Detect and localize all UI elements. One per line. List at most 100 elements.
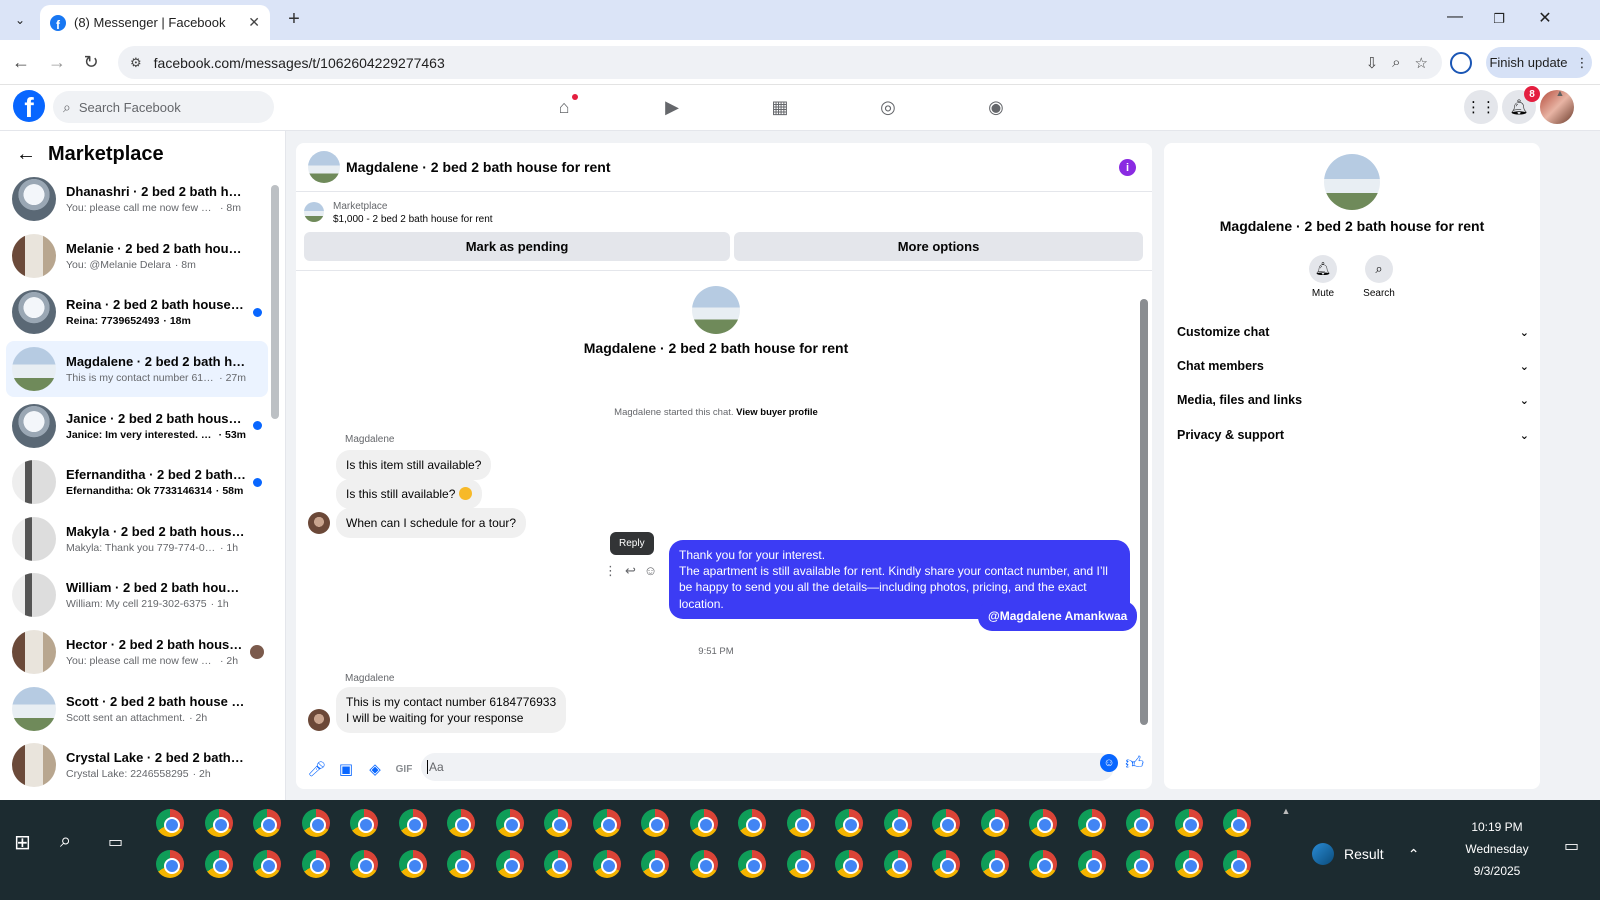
- chat-list-item[interactable]: Melanie · 2 bed 2 bath house for rent Yo…: [6, 228, 268, 285]
- notifications-bell-icon[interactable]: 🔔︎ 8: [1502, 86, 1540, 124]
- close-window-icon[interactable]: ✕: [1530, 8, 1560, 28]
- chrome-taskbar-icon[interactable]: [398, 809, 427, 837]
- chrome-taskbar-icon[interactable]: [592, 809, 621, 837]
- message-input[interactable]: Aa: [421, 753, 1114, 781]
- chrome-taskbar-icon[interactable]: [932, 809, 960, 837]
- chrome-taskbar-icon[interactable]: [495, 850, 524, 878]
- chrome-taskbar-icon[interactable]: [447, 809, 475, 837]
- browser-profile-icon[interactable]: [1450, 52, 1472, 74]
- chat-list-item[interactable]: Reina · 2 bed 2 bath house for rent Rein…: [6, 284, 268, 341]
- facebook-logo-icon[interactable]: f: [13, 90, 45, 122]
- chat-list-item-active[interactable]: Magdalene · 2 bed 2 bath house for rent …: [6, 340, 268, 398]
- sender-avatar[interactable]: [308, 709, 330, 731]
- windows-start-icon[interactable]: ⊞: [14, 830, 31, 855]
- zoom-icon[interactable]: ⌕: [1392, 54, 1400, 71]
- chat-list-item[interactable]: William · 2 bed 2 bath house for rent Wi…: [6, 567, 268, 624]
- listing-description[interactable]: $1,000 - 2 bed 2 bath house for rent: [333, 214, 493, 225]
- chrome-taskbar-icon[interactable]: [350, 850, 378, 878]
- site-info-icon[interactable]: ⚙: [130, 55, 142, 71]
- result-app-button[interactable]: Result ⌃: [1312, 843, 1419, 865]
- chrome-taskbar-icon[interactable]: [883, 850, 912, 878]
- chrome-taskbar-icon[interactable]: [1126, 809, 1154, 837]
- more-actions-icon[interactable]: ⋮: [604, 563, 617, 579]
- chrome-taskbar-icon[interactable]: [932, 850, 960, 878]
- url-omnibox[interactable]: ⚙ facebook.com/messages/t/10626042292774…: [118, 46, 1442, 79]
- taskbar-search-icon[interactable]: ⌕: [60, 830, 71, 853]
- scroll-up-arrow-icon[interactable]: ▲: [1280, 806, 1292, 816]
- microphone-icon[interactable]: 🎤︎: [306, 760, 328, 778]
- sticker-icon[interactable]: ◈: [364, 760, 386, 778]
- chat-list-item[interactable]: Dhanashri · 2 bed 2 bath house for rent …: [6, 171, 268, 228]
- chat-list-item[interactable]: Efernanditha · 2 bed 2 bath house for re…: [6, 454, 268, 511]
- chrome-taskbar-icon[interactable]: [641, 850, 669, 878]
- taskbar-scroll[interactable]: ▲: [1280, 806, 1292, 896]
- incoming-message[interactable]: Is this item still available?: [336, 450, 492, 481]
- marketplace-icon[interactable]: ▦: [768, 97, 792, 119]
- mute-button[interactable]: 🔔︎ Mute: [1293, 255, 1353, 299]
- chat-members-section[interactable]: Chat members ⌄: [1177, 349, 1529, 383]
- chrome-taskbar-icon[interactable]: [883, 809, 912, 837]
- chat-list-item[interactable]: Makyla · 2 bed 2 bath house for rent Mak…: [6, 511, 268, 568]
- chrome-taskbar-icon[interactable]: [544, 850, 572, 878]
- scroll-up-arrow-icon[interactable]: ▲: [1554, 88, 1566, 98]
- info-avatar[interactable]: [1324, 154, 1380, 210]
- finish-update-button[interactable]: Finish update ⋮: [1486, 47, 1592, 78]
- chrome-taskbar-icon[interactable]: [447, 850, 475, 878]
- chat-list-scrollbar[interactable]: [271, 185, 279, 419]
- restore-window-icon[interactable]: ❐: [1484, 11, 1514, 27]
- chrome-taskbar-icon[interactable]: [1077, 809, 1106, 837]
- chrome-taskbar-icon[interactable]: [1029, 850, 1057, 878]
- forward-arrow-icon[interactable]: →: [46, 51, 68, 73]
- tab-close-icon[interactable]: ✕: [248, 14, 260, 31]
- chrome-taskbar-icon[interactable]: [835, 850, 863, 878]
- show-hidden-icons-icon[interactable]: ⌃: [1408, 846, 1420, 863]
- view-buyer-profile-link[interactable]: View buyer profile: [736, 407, 818, 418]
- chrome-taskbar-icon[interactable]: [1174, 850, 1203, 878]
- taskbar-clock[interactable]: 10:19 PM Wednesday 9/3/2025: [1442, 816, 1552, 883]
- chrome-taskbar-icon[interactable]: [495, 809, 524, 837]
- photo-icon[interactable]: ▣: [335, 760, 357, 778]
- facebook-search-input[interactable]: ⌕ Search Facebook: [53, 91, 274, 123]
- url-text[interactable]: facebook.com/messages/t/1062604229277463: [154, 55, 445, 71]
- bookmark-star-icon[interactable]: ☆: [1415, 54, 1428, 72]
- chrome-taskbar-icon[interactable]: [689, 850, 718, 878]
- sender-avatar[interactable]: [308, 512, 330, 534]
- chrome-taskbar-icon[interactable]: [204, 809, 233, 837]
- customize-chat-section[interactable]: Customize chat ⌄: [1177, 315, 1529, 349]
- chat-list-item[interactable]: Hector · 2 bed 2 bath house for rent You…: [6, 624, 268, 681]
- tab-search-menu-icon[interactable]: ⌄: [8, 8, 32, 32]
- search-conversation-button[interactable]: ⌕ Search: [1349, 255, 1409, 299]
- chrome-taskbar-icon[interactable]: [156, 809, 184, 837]
- new-tab-button[interactable]: +: [282, 8, 306, 31]
- chrome-taskbar-icon[interactable]: [1223, 809, 1251, 837]
- chrome-taskbar-icon[interactable]: [544, 809, 572, 837]
- browser-tab-messenger[interactable]: f (8) Messenger | Facebook ✕: [40, 5, 270, 40]
- reload-icon[interactable]: ↻: [80, 51, 102, 73]
- chrome-taskbar-icon[interactable]: [1029, 809, 1057, 837]
- chrome-taskbar-icon[interactable]: [350, 809, 378, 837]
- groups-icon[interactable]: ◎: [876, 97, 900, 119]
- chrome-taskbar-icon[interactable]: [689, 809, 718, 837]
- chrome-taskbar-icon[interactable]: [786, 809, 815, 837]
- minimize-window-icon[interactable]: —: [1440, 8, 1470, 26]
- gaming-icon[interactable]: ◉: [984, 97, 1008, 119]
- chrome-taskbar-icon[interactable]: [301, 850, 330, 878]
- mark-as-pending-button[interactable]: Mark as pending: [304, 232, 730, 261]
- video-icon[interactable]: ▶: [660, 97, 684, 119]
- more-options-button[interactable]: More options: [734, 232, 1143, 261]
- chrome-taskbar-icon[interactable]: [1126, 850, 1154, 878]
- react-icon[interactable]: ☺: [644, 563, 657, 579]
- chrome-taskbar-icon[interactable]: [1077, 850, 1106, 878]
- chrome-taskbar-icon[interactable]: [592, 850, 621, 878]
- chrome-taskbar-icon[interactable]: [204, 850, 233, 878]
- chrome-taskbar-icon[interactable]: [156, 850, 184, 878]
- conversation-avatar[interactable]: [308, 151, 340, 183]
- incoming-message[interactable]: When can I schedule for a tour?: [336, 508, 527, 539]
- back-arrow-icon[interactable]: ←: [10, 51, 32, 73]
- chrome-taskbar-icon[interactable]: [738, 850, 766, 878]
- chrome-taskbar-icon[interactable]: [786, 850, 815, 878]
- action-center-icon[interactable]: ▭: [1564, 836, 1579, 856]
- back-arrow-icon[interactable]: ←: [16, 143, 36, 166]
- media-files-links-section[interactable]: Media, files and links ⌄: [1177, 383, 1529, 417]
- task-view-icon[interactable]: ▭: [108, 832, 123, 852]
